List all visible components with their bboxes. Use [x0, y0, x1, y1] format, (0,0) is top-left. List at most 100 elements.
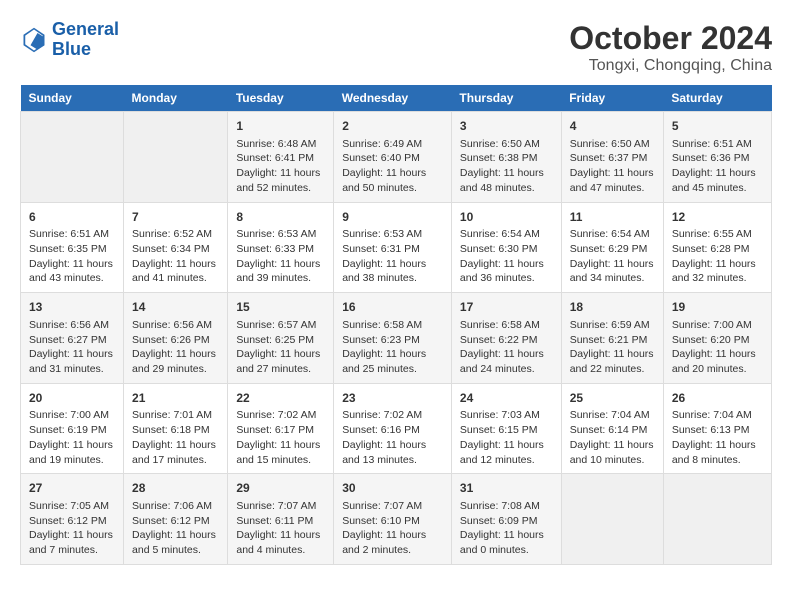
day-cell: 23Sunrise: 7:02 AMSunset: 6:16 PMDayligh…: [334, 383, 452, 474]
sunset-text: Sunset: 6:21 PM: [570, 333, 655, 348]
week-row-2: 6Sunrise: 6:51 AMSunset: 6:35 PMDaylight…: [21, 202, 772, 293]
day-number: 7: [132, 209, 219, 226]
logo-line1: General: [52, 19, 119, 39]
day-cell: 11Sunrise: 6:54 AMSunset: 6:29 PMDayligh…: [561, 202, 663, 293]
day-cell: 18 Sunrise: 6:59 AMSunset: 6:21 PMDayligh…: [561, 293, 663, 384]
sunrise-text: Sunrise: 6:50 AM: [570, 137, 655, 152]
day-number: 4: [570, 118, 655, 135]
daylight-text: Daylight: 11 hours and 0 minutes.: [460, 528, 553, 557]
sunrise-text: Sunrise: 7:03 AM: [460, 408, 553, 423]
sunrise-text: Sunrise: 7:02 AM: [342, 408, 443, 423]
week-row-5: 27Sunrise: 7:05 AMSunset: 6:12 PMDayligh…: [21, 474, 772, 565]
sunrise-text: Sunrise: 6:51 AM: [672, 137, 763, 152]
daylight-text: Daylight: 11 hours and 13 minutes.: [342, 438, 443, 467]
daylight-text: Daylight: 11 hours and 24 minutes.: [460, 347, 553, 376]
day-cell: 2Sunrise: 6:49 AMSunset: 6:40 PMDaylight…: [334, 112, 452, 203]
day-cell: 17Sunrise: 6:58 AMSunset: 6:22 PMDayligh…: [451, 293, 561, 384]
day-number: 15: [236, 299, 325, 316]
daylight-text: Daylight: 11 hours and 10 minutes.: [570, 438, 655, 467]
sunset-text: Sunset: 6:19 PM: [29, 423, 115, 438]
title-block: October 2024 Tongxi, Chongqing, China: [569, 20, 772, 75]
daylight-text: Daylight: 11 hours and 41 minutes.: [132, 257, 219, 286]
sunrise-text: Sunrise: 7:00 AM: [672, 318, 763, 333]
sunrise-text: Sunrise: 7:07 AM: [342, 499, 443, 514]
day-cell: 22Sunrise: 7:02 AMSunset: 6:17 PMDayligh…: [228, 383, 334, 474]
day-number: 16: [342, 299, 443, 316]
day-number: 23: [342, 390, 443, 407]
day-number: 31: [460, 480, 553, 497]
calendar-table: SundayMondayTuesdayWednesdayThursdayFrid…: [20, 85, 772, 565]
day-cell: 27Sunrise: 7:05 AMSunset: 6:12 PMDayligh…: [21, 474, 124, 565]
day-cell: 25Sunrise: 7:04 AMSunset: 6:14 PMDayligh…: [561, 383, 663, 474]
sunrise-text: Sunrise: 6:55 AM: [672, 227, 763, 242]
sunset-text: Sunset: 6:37 PM: [570, 151, 655, 166]
page-header: General Blue October 2024 Tongxi, Chongq…: [20, 20, 772, 75]
daylight-text: Daylight: 11 hours and 4 minutes.: [236, 528, 325, 557]
day-cell: 28Sunrise: 7:06 AMSunset: 6:12 PMDayligh…: [124, 474, 228, 565]
day-number: 11: [570, 209, 655, 226]
day-cell: 19 Sunrise: 7:00 AMSunset: 6:20 PMDayligh…: [663, 293, 771, 384]
day-cell: [21, 112, 124, 203]
sunrise-text: Sunrise: 6:51 AM: [29, 227, 115, 242]
sunrise-text: Sunrise: 6:58 AM: [342, 318, 443, 333]
day-number: 18: [570, 299, 655, 316]
sunset-text: Sunset: 6:10 PM: [342, 514, 443, 529]
day-cell: 12Sunrise: 6:55 AMSunset: 6:28 PMDayligh…: [663, 202, 771, 293]
sunrise-text: Sunrise: 7:02 AM: [236, 408, 325, 423]
sunset-text: Sunset: 6:14 PM: [570, 423, 655, 438]
header-monday: Monday: [124, 85, 228, 112]
sunrise-text: Sunrise: 6:54 AM: [460, 227, 553, 242]
week-row-3: 13Sunrise: 6:56 AMSunset: 6:27 PMDayligh…: [21, 293, 772, 384]
main-title: October 2024: [569, 20, 772, 57]
sunset-text: Sunset: 6:40 PM: [342, 151, 443, 166]
sunrise-text: Sunrise: 6:56 AM: [29, 318, 115, 333]
sunrise-text: Sunrise: 7:01 AM: [132, 408, 219, 423]
sunrise-text: Sunrise: 6:59 AM: [570, 318, 655, 333]
sunset-text: Sunset: 6:23 PM: [342, 333, 443, 348]
day-cell: 4Sunrise: 6:50 AMSunset: 6:37 PMDaylight…: [561, 112, 663, 203]
day-cell: 14Sunrise: 6:56 AMSunset: 6:26 PMDayligh…: [124, 293, 228, 384]
day-number: 13: [29, 299, 115, 316]
sunset-text: Sunset: 6:17 PM: [236, 423, 325, 438]
day-cell: [124, 112, 228, 203]
daylight-text: Daylight: 11 hours and 20 minutes.: [672, 347, 763, 376]
sunset-text: Sunset: 6:31 PM: [342, 242, 443, 257]
daylight-text: Daylight: 11 hours and 5 minutes.: [132, 528, 219, 557]
sunset-text: Sunset: 6:35 PM: [29, 242, 115, 257]
day-cell: [663, 474, 771, 565]
sunset-text: Sunset: 6:27 PM: [29, 333, 115, 348]
sunset-text: Sunset: 6:12 PM: [132, 514, 219, 529]
sunset-text: Sunset: 6:33 PM: [236, 242, 325, 257]
daylight-text: Daylight: 11 hours and 25 minutes.: [342, 347, 443, 376]
sunrise-text: Sunrise: 6:49 AM: [342, 137, 443, 152]
day-cell: 6Sunrise: 6:51 AMSunset: 6:35 PMDaylight…: [21, 202, 124, 293]
sunset-text: Sunset: 6:22 PM: [460, 333, 553, 348]
daylight-text: Daylight: 11 hours and 22 minutes.: [570, 347, 655, 376]
sunset-text: Sunset: 6:18 PM: [132, 423, 219, 438]
header-saturday: Saturday: [663, 85, 771, 112]
sunset-text: Sunset: 6:15 PM: [460, 423, 553, 438]
day-number: 5: [672, 118, 763, 135]
day-number: 3: [460, 118, 553, 135]
day-number: 30: [342, 480, 443, 497]
sunrise-text: Sunrise: 6:57 AM: [236, 318, 325, 333]
sunrise-text: Sunrise: 6:53 AM: [236, 227, 325, 242]
sunrise-text: Sunrise: 7:06 AM: [132, 499, 219, 514]
header-friday: Friday: [561, 85, 663, 112]
logo: General Blue: [20, 20, 119, 60]
day-number: 19: [672, 299, 763, 316]
day-number: 9: [342, 209, 443, 226]
day-cell: 1Sunrise: 6:48 AMSunset: 6:41 PMDaylight…: [228, 112, 334, 203]
day-cell: 30Sunrise: 7:07 AMSunset: 6:10 PMDayligh…: [334, 474, 452, 565]
sunset-text: Sunset: 6:28 PM: [672, 242, 763, 257]
week-row-1: 1Sunrise: 6:48 AMSunset: 6:41 PMDaylight…: [21, 112, 772, 203]
daylight-text: Daylight: 11 hours and 38 minutes.: [342, 257, 443, 286]
day-number: 26: [672, 390, 763, 407]
daylight-text: Daylight: 11 hours and 27 minutes.: [236, 347, 325, 376]
daylight-text: Daylight: 11 hours and 31 minutes.: [29, 347, 115, 376]
sunset-text: Sunset: 6:20 PM: [672, 333, 763, 348]
day-number: 2: [342, 118, 443, 135]
day-number: 21: [132, 390, 219, 407]
daylight-text: Daylight: 11 hours and 7 minutes.: [29, 528, 115, 557]
day-cell: 31Sunrise: 7:08 AMSunset: 6:09 PMDayligh…: [451, 474, 561, 565]
